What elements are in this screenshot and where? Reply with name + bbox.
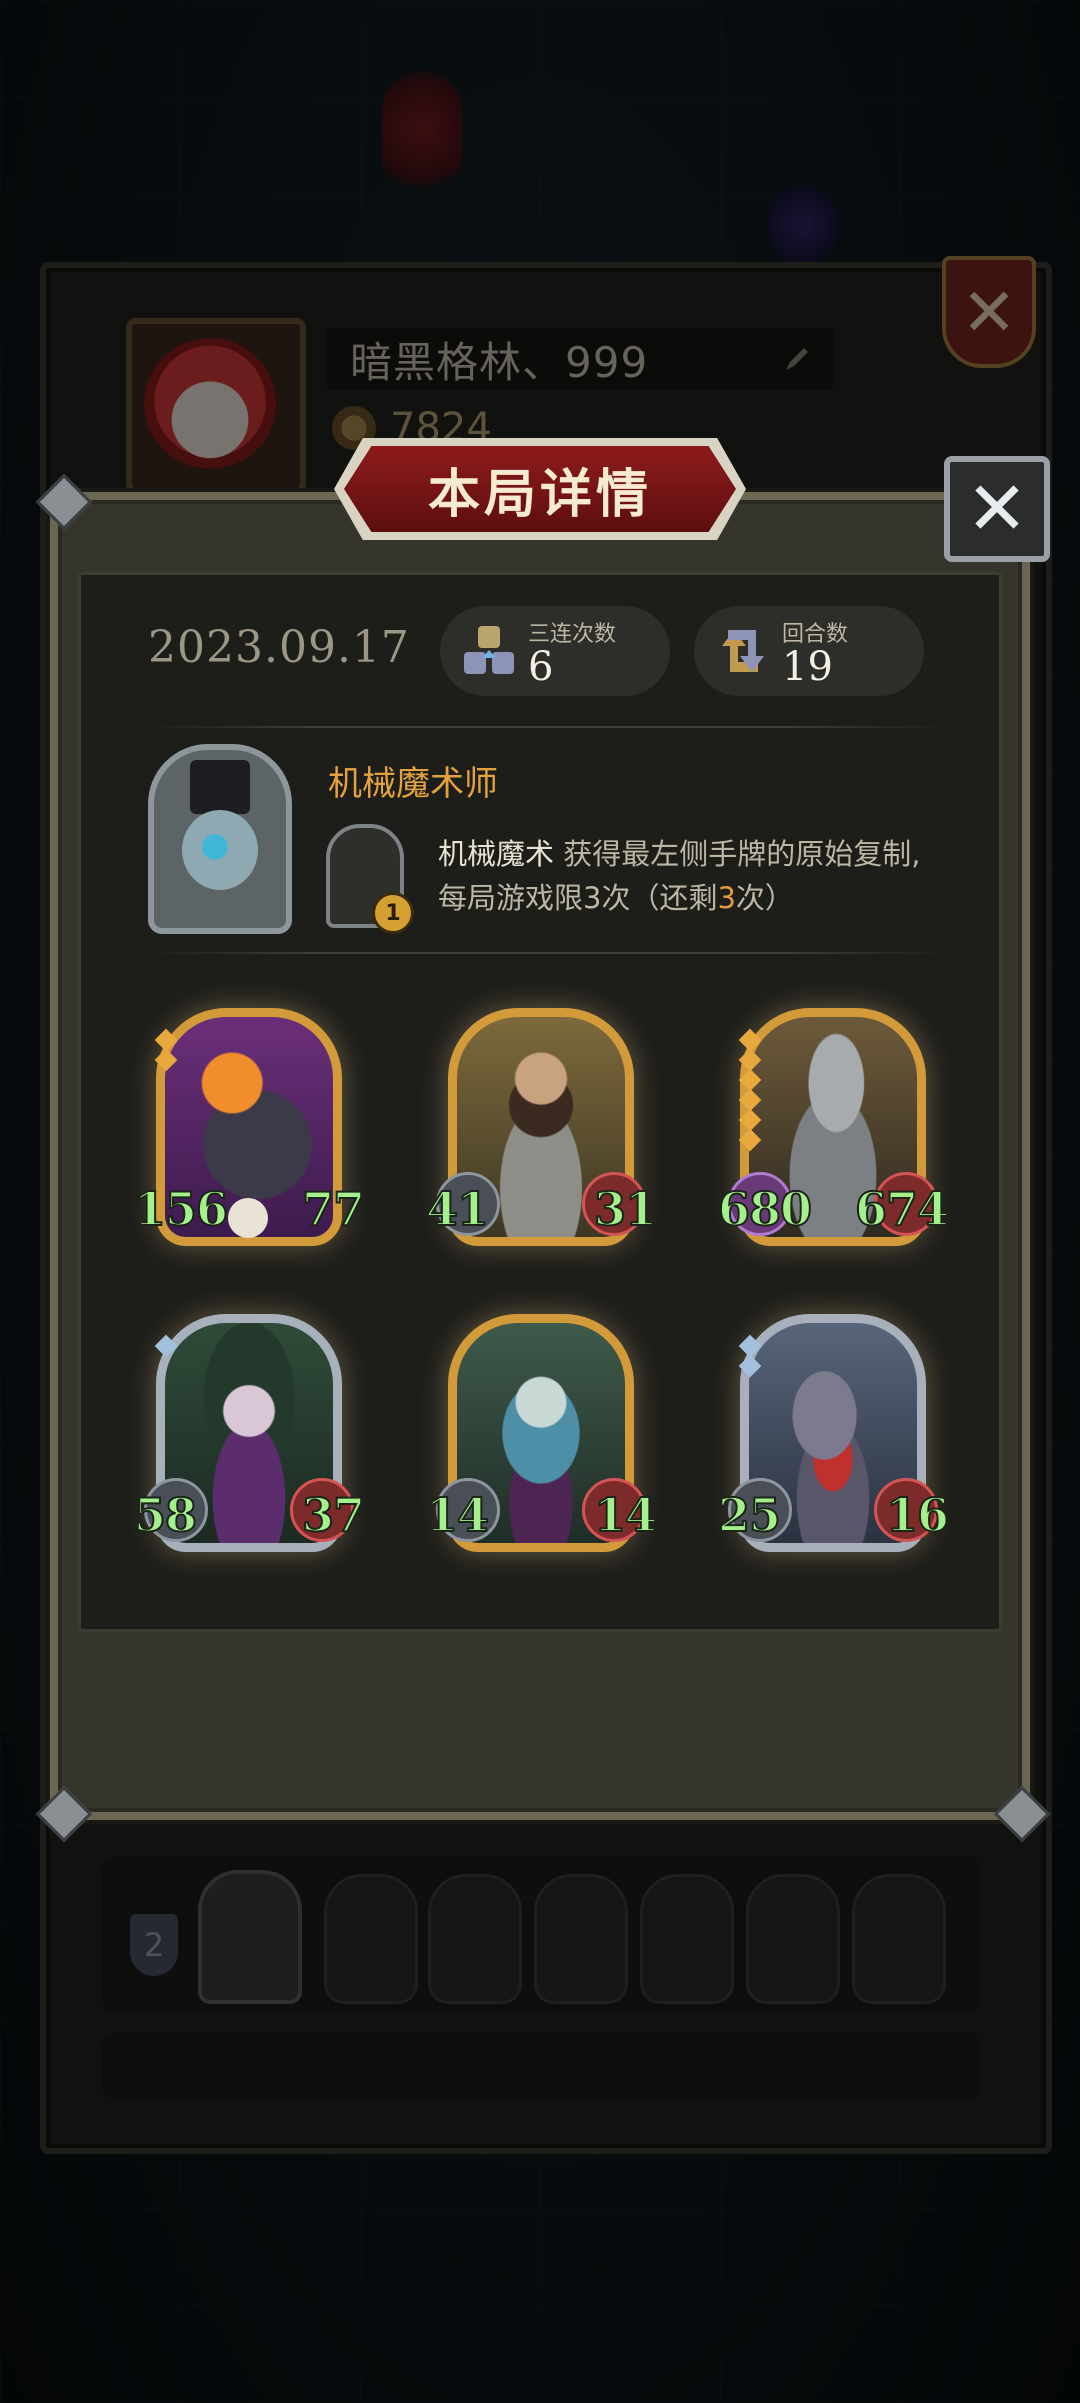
stat-value: 19 — [782, 644, 833, 690]
attack-value: 680 — [717, 1181, 813, 1237]
attack-value: 25 — [717, 1487, 782, 1543]
minion-card-armored-knight[interactable]: 680 674 — [717, 1008, 950, 1246]
minion-card-rat-rogue[interactable]: 25 16 — [717, 1314, 950, 1552]
health-value: 77 — [301, 1181, 366, 1237]
stat-value: 6 — [528, 644, 554, 690]
modal-title: 本局详情 — [427, 464, 652, 525]
minion-card-elf-sorceress[interactable]: 14 14 — [425, 1314, 658, 1552]
attack-value: 41 — [425, 1181, 490, 1237]
hero-name: 机械魔术师 — [328, 764, 498, 804]
minion-card-flame-beast[interactable]: 156 77 — [133, 1008, 366, 1246]
minion-card-bearded-barbarian[interactable]: 41 31 — [425, 1008, 658, 1246]
health-value: 674 — [854, 1181, 950, 1237]
cycle-arrows-icon — [722, 630, 764, 672]
divider — [150, 952, 950, 954]
attack-value: 156 — [133, 1181, 229, 1237]
match-date: 2023.09.17 — [148, 622, 410, 673]
health-value: 37 — [301, 1487, 366, 1543]
health-value: 31 — [593, 1181, 658, 1237]
skill-text: 获得最左侧手牌的原始复制, — [554, 837, 921, 871]
skill-charge-badge: 1 — [372, 892, 414, 934]
attack-value: 58 — [133, 1487, 198, 1543]
skill-description: 机械魔术 获得最左侧手牌的原始复制, 每局游戏限3次（还剩3次） — [438, 832, 958, 920]
title-banner: 本局详情 — [344, 446, 736, 532]
divider — [150, 726, 950, 728]
close-icon: ✕ — [965, 466, 1028, 552]
triple-blocks-icon — [464, 626, 514, 674]
close-button[interactable]: ✕ — [944, 456, 1050, 562]
skill-name: 机械魔术 — [438, 837, 555, 871]
triple-count-stat: 三连次数 6 — [440, 606, 670, 696]
attack-value: 14 — [425, 1487, 490, 1543]
health-value: 14 — [593, 1487, 658, 1543]
skill-remaining: 3 — [717, 881, 736, 915]
hero-portrait[interactable] — [148, 744, 292, 934]
health-value: 16 — [885, 1487, 950, 1543]
round-count-stat: 回合数 19 — [694, 606, 924, 696]
skull-icon — [228, 1198, 268, 1238]
skill-text: 每局游戏限3次（还剩 — [438, 881, 718, 915]
minion-card-horned-witch[interactable]: 58 37 — [133, 1314, 366, 1552]
skill-text: 次） — [735, 881, 794, 915]
